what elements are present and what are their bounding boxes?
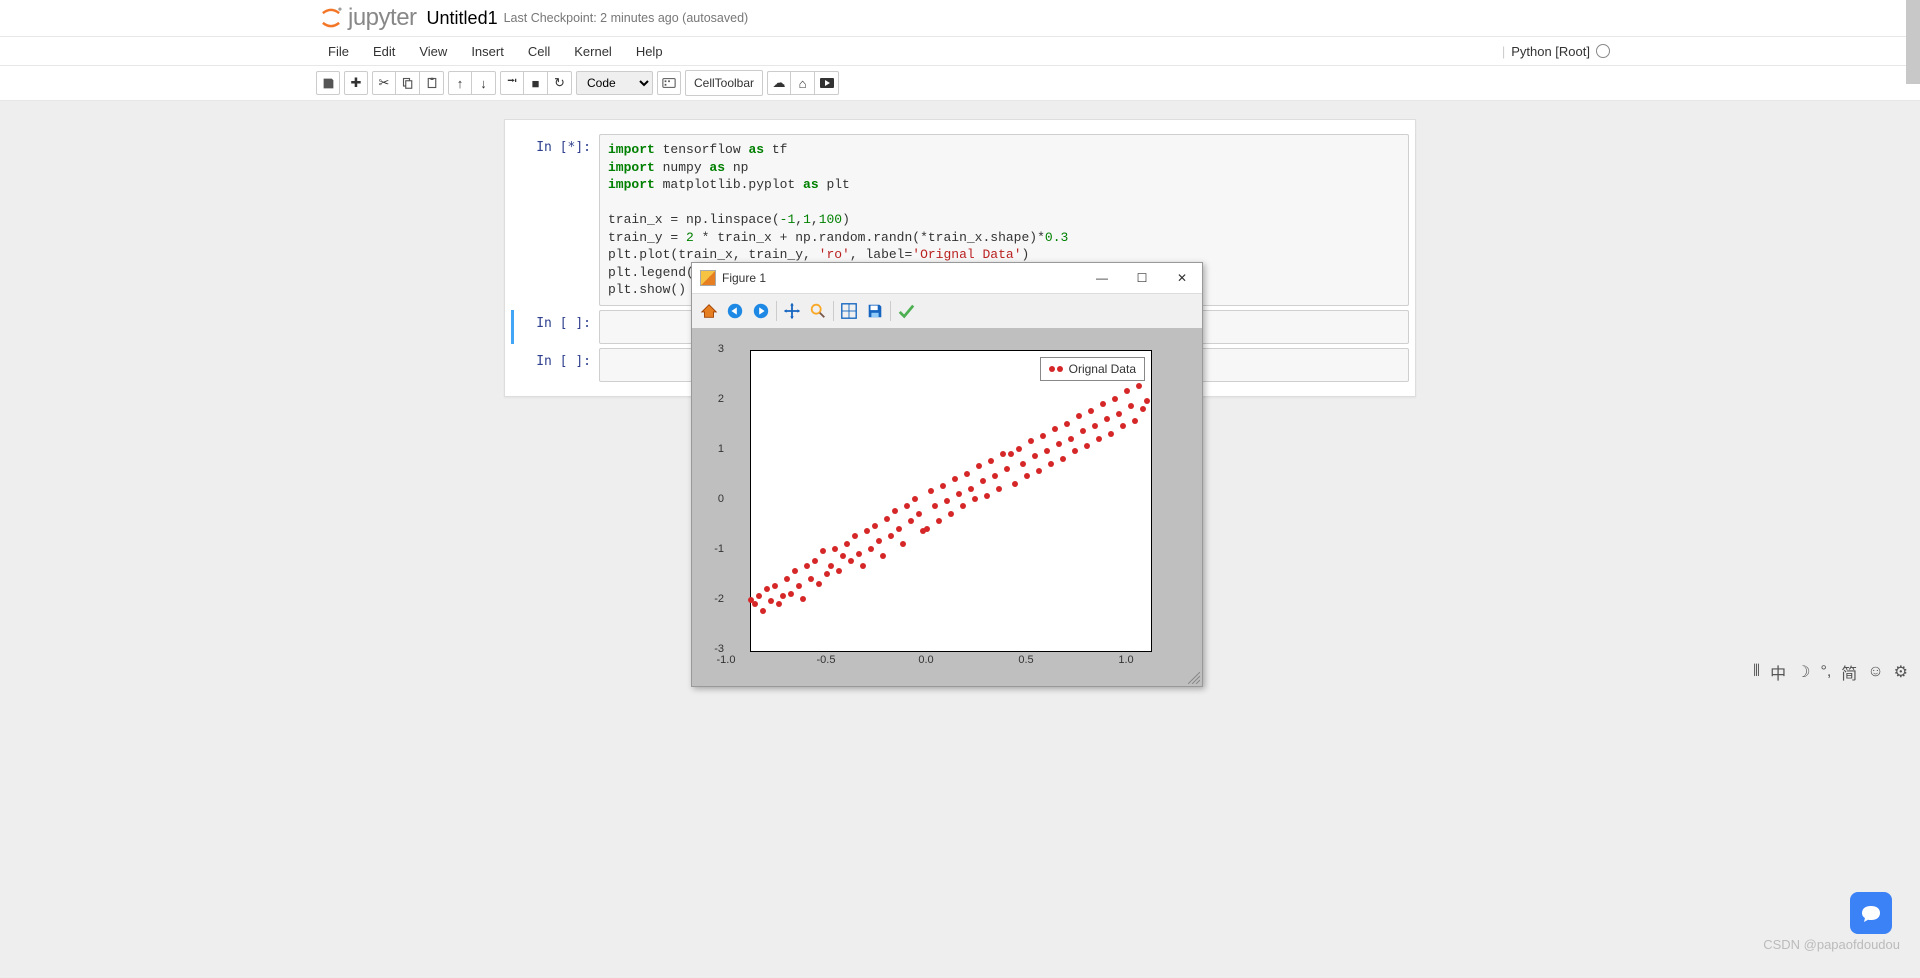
ime-lang[interactable]: 中: [1770, 660, 1786, 684]
menu-file[interactable]: File: [316, 39, 361, 64]
toolbar: ✚ ✂ ↑ ↓ ⭲ ■ ↻ Code CellToolbar ☁ ⌂: [0, 66, 1920, 101]
toolbar-separator: [890, 301, 891, 321]
matplotlib-figure-window[interactable]: Figure 1 — ☐ ✕: [691, 262, 1203, 687]
copy-button[interactable]: [396, 71, 420, 95]
forward-icon[interactable]: [750, 300, 772, 322]
plot-canvas[interactable]: Orignal Data -3-2-10123-1.0-0.50.00.51.0: [692, 328, 1202, 686]
menu-help[interactable]: Help: [624, 39, 675, 64]
move-down-button[interactable]: ↓: [472, 71, 496, 95]
menu-cell[interactable]: Cell: [516, 39, 562, 64]
menu-view[interactable]: View: [407, 39, 459, 64]
close-button[interactable]: ✕: [1162, 263, 1202, 293]
menu-edit[interactable]: Edit: [361, 39, 407, 64]
paste-button[interactable]: [420, 71, 444, 95]
notebook-header: jupyter Untitled1 Last Checkpoint: 2 min…: [308, 0, 1920, 36]
cell-prompt: In [*]:: [536, 140, 591, 155]
legend-label: Orignal Data: [1069, 362, 1136, 376]
zoom-icon[interactable]: [807, 300, 829, 322]
command-palette-button[interactable]: [657, 71, 681, 95]
notebook-container: In [*]: import tensorflow as tf import n…: [504, 119, 1416, 397]
kernel-separator: |: [1502, 44, 1505, 59]
subplots-icon[interactable]: [838, 300, 860, 322]
minimize-button[interactable]: —: [1082, 263, 1122, 293]
maximize-button[interactable]: ☐: [1122, 263, 1162, 293]
video-record-button[interactable]: [815, 71, 839, 95]
kernel-name[interactable]: Python [Root]: [1511, 44, 1590, 59]
jupyter-logo-text: jupyter: [348, 4, 417, 32]
matplotlib-app-icon: [700, 270, 716, 286]
cell-toolbar-button[interactable]: CellToolbar: [685, 70, 763, 96]
ime-punct-icon[interactable]: °,: [1820, 663, 1831, 681]
page-scrollbar[interactable]: [1906, 0, 1920, 84]
back-icon[interactable]: [724, 300, 746, 322]
menu-bar: File Edit View Insert Cell Kernel Help |…: [0, 36, 1920, 66]
cell-prompt: In [ ]:: [536, 316, 591, 331]
move-up-button[interactable]: ↑: [448, 71, 472, 95]
save-figure-icon[interactable]: [864, 300, 886, 322]
ime-simp[interactable]: 简: [1841, 660, 1857, 684]
window-titlebar[interactable]: Figure 1 — ☐ ✕: [692, 263, 1202, 293]
matplotlib-toolbar: [692, 293, 1202, 328]
cloud-upload-button[interactable]: ⌂: [791, 71, 815, 95]
toolbar-separator: [833, 301, 834, 321]
ime-status-bar[interactable]: ⦀ 中 ☽ °, 简 ☺ ⚙: [1753, 660, 1908, 684]
plot-legend: Orignal Data: [1040, 357, 1145, 381]
run-button[interactable]: ⭲: [500, 71, 524, 95]
menu-insert[interactable]: Insert: [459, 39, 516, 64]
moon-icon[interactable]: ☽: [1796, 662, 1810, 682]
interrupt-button[interactable]: ■: [524, 71, 548, 95]
resize-grip-icon[interactable]: [1188, 672, 1200, 684]
insert-cell-button[interactable]: ✚: [344, 71, 368, 95]
checkmark-icon[interactable]: [895, 300, 917, 322]
menu-kernel[interactable]: Kernel: [562, 39, 624, 64]
kernel-status-idle-icon: [1596, 44, 1610, 58]
home-icon[interactable]: [698, 300, 720, 322]
cell-prompt: In [ ]:: [536, 354, 591, 369]
checkpoint-text: Last Checkpoint: 2 minutes ago (autosave…: [504, 11, 749, 25]
cloud-download-button[interactable]: ☁: [767, 71, 791, 95]
restart-button[interactable]: ↻: [548, 71, 572, 95]
ime-sep-icon: ⦀: [1753, 663, 1760, 681]
gear-icon[interactable]: ⚙: [1894, 662, 1908, 682]
save-button[interactable]: [316, 71, 340, 95]
window-title: Figure 1: [722, 271, 766, 285]
pan-icon[interactable]: [781, 300, 803, 322]
jupyter-logo-icon: [318, 5, 344, 31]
cut-button[interactable]: ✂: [372, 71, 396, 95]
cell-type-select[interactable]: Code: [576, 71, 653, 95]
jupyter-logo[interactable]: jupyter: [318, 4, 417, 32]
toolbar-separator: [776, 301, 777, 321]
watermark-text: CSDN @papaofdoudou: [1763, 937, 1900, 952]
smiley-icon[interactable]: ☺: [1867, 663, 1883, 681]
assistant-float-button[interactable]: [1850, 892, 1892, 934]
notebook-title[interactable]: Untitled1: [427, 8, 498, 29]
